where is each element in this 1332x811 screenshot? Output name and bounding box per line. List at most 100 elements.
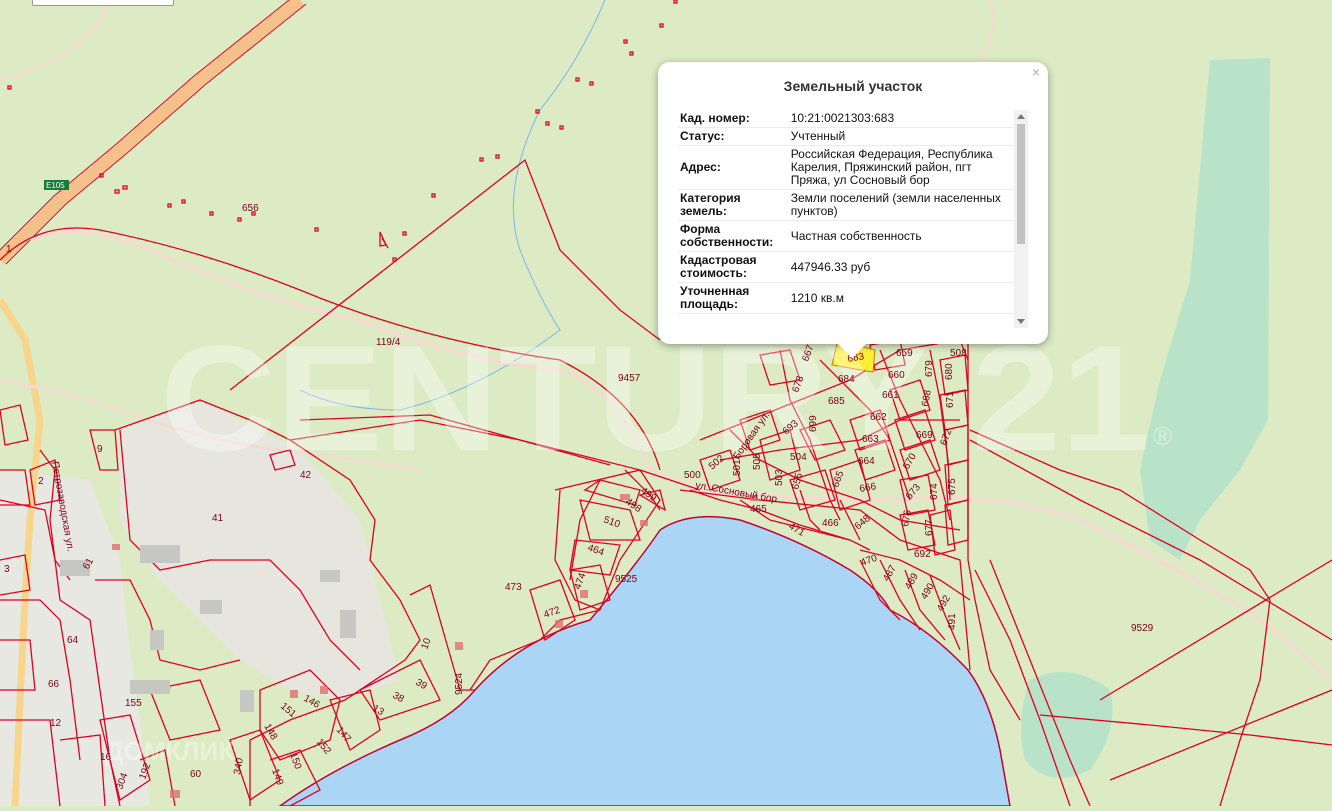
info-key-text: Кад. номер [680,111,746,125]
parcel-label: 500 [684,470,701,481]
parcel-label: 472 [542,605,562,621]
small-marks [7,0,678,262]
parcel-label: 38 [391,690,407,705]
parcel-label: 119/4 [376,337,401,348]
info-table: Кад. номер: 10:21:0021303:683 Статус: Учтен… [678,110,1014,314]
parcel-label: 664 [858,456,875,467]
parcel-label: 656 [242,203,259,214]
popup-scroll-area[interactable]: Кад. номер: 10:21:0021303:683 Статус: Учтен… [678,110,1014,328]
parcel-label: 9457 [618,373,641,384]
info-key: Кад. номер: [678,110,785,128]
parcel-label: 699 [808,415,819,432]
info-value: Частная собственность [784,220,1014,252]
info-key-text: Кадастровая стоимость [680,253,757,280]
popup-tail [838,344,866,358]
parcel-label: 473 [505,582,522,593]
highway-edge [5,3,307,265]
info-key: Адрес: [678,145,785,190]
parcel-label: 466 [822,518,839,529]
popup-title: Земельный участок [783,78,923,94]
parcel-label: 491 [947,613,958,630]
parcel-label: 470 [859,553,879,569]
parcel-label: 663 [862,434,879,445]
parcel-label: 675 [947,478,958,495]
info-key-text: Адрес [680,160,717,174]
parcel-label: 674 [929,483,940,500]
parcel-label: 661 [882,390,899,401]
forest-area [1140,58,1270,560]
info-row: Статус: Учтенный [678,127,1014,146]
scroll-down-icon[interactable] [1017,319,1025,324]
parcel-label: 465 [750,504,767,515]
parcel-label: 660 [888,370,905,381]
parcel-label: 671 [945,391,956,408]
parcel-label: 508 [950,348,967,359]
registered-mark: ® [1153,421,1172,451]
scroll-up-icon[interactable] [1017,114,1025,119]
parcel-label: 676 [900,509,914,528]
parcel-label: 1 [6,244,12,255]
parcel-label: 490 [919,581,937,601]
parcel-label: 464 [586,542,606,558]
info-key: Уточненная площадь: [678,282,785,314]
parcel-label: 41 [212,513,224,524]
parcel-label: 64 [67,635,79,646]
info-value: 447946.33 руб [784,251,1014,283]
parcel-label: 340 [232,757,246,776]
parcel-label: 12 [50,718,62,729]
info-row: Уточненная площадь: 1210 кв.м [678,282,1014,314]
parcel-label: 2 [38,476,44,487]
road [0,0,112,82]
parcel-label: 9525 [615,574,638,585]
parcel-label: 685 [828,396,845,407]
info-row: Форма собственности: Частная собственност… [678,220,1014,252]
parcel-label: 471 [787,521,807,539]
parcel-label: 39 [414,677,430,692]
parcel-label: 149 [269,767,285,787]
parcel-label: 3 [4,564,10,575]
info-row: Кад. номер: 10:21:0021303:683 [678,110,1014,128]
info-value: 10:21:0021303:683 [784,110,1014,128]
parcel-label: 146 [302,693,322,711]
parcel-label: 659 [896,348,913,359]
info-value: Земли поселений (земли населенных пункто… [784,189,1014,221]
info-row: Кадастровая стоимость: 447946.33 руб [678,251,1014,283]
popup-scrollbar[interactable] [1014,110,1028,328]
parcel-label: 147 [334,725,353,745]
info-key: Категория земель: [678,189,785,221]
close-button[interactable]: × [1032,65,1040,79]
scrollbar-thumb[interactable] [1017,124,1025,244]
domclick-watermark: ДОМКЛИК [105,736,234,766]
parcel-label: 648 [853,513,873,532]
parcel-label: 677 [924,519,935,536]
land-plot-popup: × Земельный участок Кад. номер: 10:21:002… [658,62,1048,358]
info-key-text: Категория земель [680,191,741,218]
parcel-label: 503 [774,469,785,486]
parcel-label: 13 [371,703,387,718]
parcel-label: 489 [903,571,921,591]
parcel-label: 504 [790,452,807,463]
road-sign-label: E105 [46,181,65,190]
parcel-label: 150 [287,751,303,771]
info-row: Категория земель: Земли поселений (земли … [678,189,1014,221]
parcel-label: 42 [300,470,312,481]
parcel-label: 9524 [454,672,465,695]
parcel-label: 155 [125,698,142,709]
parcel-label: 9 [97,444,103,455]
info-key: Статус: [678,127,785,146]
parcel-label: 499 [638,485,658,504]
parcel-label: 666 [859,481,878,495]
parcel-label: 9529 [1131,623,1154,634]
parcel-label: 510 [602,514,622,530]
info-key: Кадастровая стоимость: [678,251,785,283]
street-label: ул. Сосновый бор [694,479,778,505]
parcel-label: 679 [924,360,935,377]
parcel-label: 669 [916,430,933,441]
info-value: Учтенный [784,127,1014,146]
parcel-label: 474 [572,571,588,591]
info-row: Адрес: Российская Федерация, Республика К… [678,145,1014,190]
forest-area [1021,672,1113,778]
parcel-label: 662 [870,412,887,423]
map-control-box[interactable] [32,0,174,6]
info-key-text: Статус [680,129,721,143]
